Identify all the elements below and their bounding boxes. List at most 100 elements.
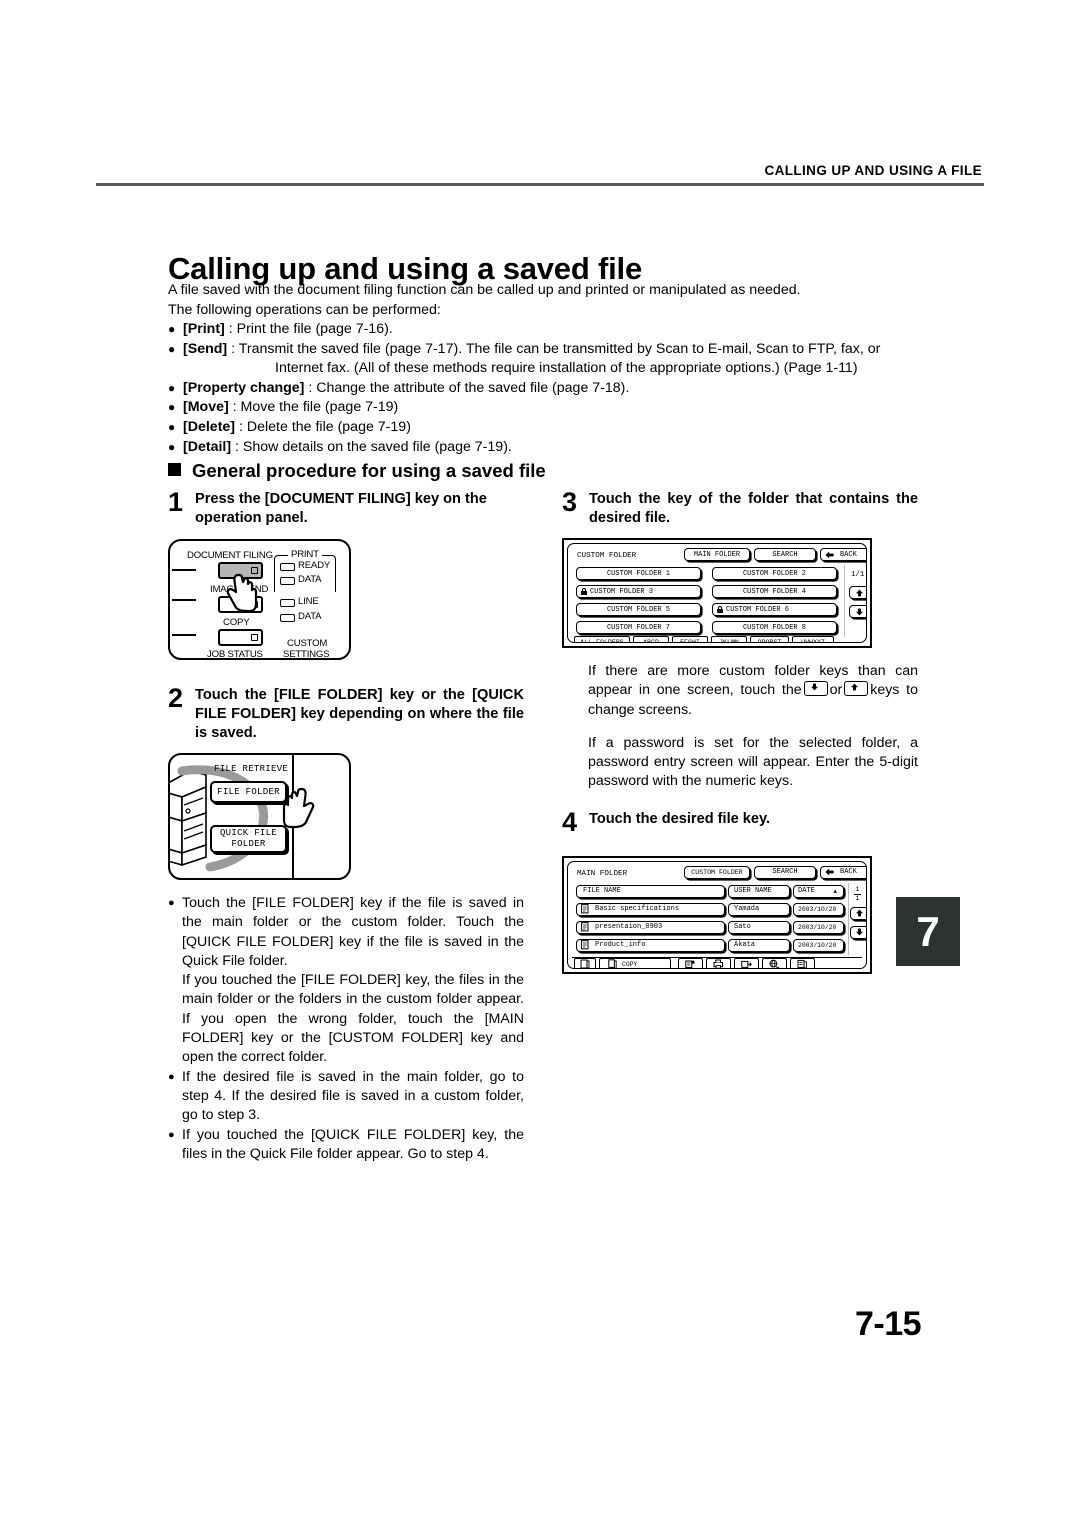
custom-folder-key-4[interactable]: CUSTOM FOLDER 4 (712, 585, 837, 598)
scroll-down-key[interactable] (850, 925, 866, 939)
operation-desc: : Transmit the saved file (page 7-17). T… (227, 340, 881, 357)
custom-folder-key-8[interactable]: CUSTOM FOLDER 8 (712, 621, 837, 634)
toolbar-print-tab[interactable] (706, 957, 731, 968)
operation-desc: : Print the file (page 7-16). (224, 321, 393, 337)
panel-stem (172, 599, 196, 602)
scroll-down-key[interactable] (849, 605, 866, 618)
line-indicator-icon (280, 599, 295, 607)
pointing-hand-icon (282, 787, 315, 829)
figure-operation-panel: DOCUMENT FILING IMAGE SEND COPY JOB STAT… (168, 539, 524, 660)
table-row-user[interactable]: Akata (728, 938, 790, 952)
search-key-label: SEARCH (772, 550, 798, 559)
custom-folder-key-1[interactable]: CUSTOM FOLDER 1 (576, 567, 701, 580)
copy-mode-icon (608, 959, 617, 968)
custom-folder-key-2[interactable]: CUSTOM FOLDER 2 (712, 567, 837, 580)
main-folder-key[interactable]: MAIN FOLDER (684, 548, 750, 561)
operation-key: [Print] (183, 321, 225, 337)
index-tab-uvwxyz[interactable]: UVWXYZ (792, 636, 834, 642)
toolbar-copy-tab[interactable]: COPY (599, 957, 671, 968)
scroll-down-key-inline[interactable] (803, 681, 828, 697)
table-row[interactable]: Basic specifications (576, 902, 725, 916)
page-indicator-current: 1 (855, 885, 860, 893)
custom-folder-key-3[interactable]: CUSTOM FOLDER 3 (576, 585, 701, 598)
table-row-user[interactable]: Yamada (728, 902, 790, 916)
step-number: 4 (562, 806, 578, 837)
search-key[interactable]: SEARCH (754, 865, 816, 879)
toolbar-copy-label: COPY (622, 960, 638, 968)
intro-block: A file saved with the document filing fu… (168, 281, 988, 457)
quick-file-folder-key[interactable]: QUICK FILE FOLDER (210, 825, 287, 853)
index-tab-label: ALL FOLDERS (580, 638, 624, 643)
list-item: ● [Delete] : Delete the file (page 7-19) (168, 418, 988, 438)
index-tab-opqrst[interactable]: OPQRST (750, 636, 789, 642)
back-key[interactable]: BACK (820, 548, 866, 561)
custom-folder-key-label: CUSTOM FOLDER 2 (742, 569, 806, 578)
table-row[interactable]: presentaion_0903 (576, 920, 725, 934)
toolbar-filing-tab[interactable] (574, 957, 596, 968)
operation-key: [Delete] (183, 418, 236, 435)
scroll-up-key[interactable] (849, 586, 866, 599)
scroll-up-key[interactable] (850, 906, 866, 920)
column-header-user-name[interactable]: USER NAME (728, 884, 790, 898)
custom-folder-key-5[interactable]: CUSTOM FOLDER 5 (576, 603, 701, 616)
lock-icon (581, 588, 587, 595)
note-text: If the desired file is saved in the main… (182, 1068, 524, 1124)
custom-folder-key-label: CUSTOM FOLDER 1 (606, 569, 670, 578)
table-row-date[interactable]: 2003/10/20 (793, 902, 844, 916)
arrow-down-icon (810, 684, 818, 691)
index-tab-efghi[interactable]: EFGHI (672, 636, 708, 642)
quick-file-folder-key-label-2: FOLDER (231, 839, 266, 849)
scroll-up-key-inline[interactable] (844, 681, 869, 697)
custom-folder-key-label: CUSTOM FOLDER 8 (742, 623, 806, 632)
list-item: ● If you touched the [QUICK FILE FOLDER] … (168, 1126, 524, 1165)
search-key[interactable]: SEARCH (754, 548, 816, 561)
job-status-label: JOB STATUS (207, 649, 263, 660)
rail-divider (848, 882, 849, 955)
square-bullet-icon (168, 463, 181, 476)
toolbar-scan-tab[interactable] (678, 957, 703, 968)
step-2-notes: ● Touch the [FILE FOLDER] key if the file… (168, 894, 524, 1164)
index-tab-abcd[interactable]: ABCD (633, 636, 669, 642)
arrow-down-icon (856, 928, 863, 936)
custom-folder-key-6[interactable]: CUSTOM FOLDER 6 (712, 603, 837, 616)
custom-settings-label-line2: SETTINGS (283, 649, 330, 660)
bullet-dot-icon: ● (168, 897, 175, 909)
key-led-icon (251, 634, 258, 641)
main-folder-screen: MAIN FOLDER CUSTOM FOLDER SEARCH BACK FI… (567, 860, 867, 969)
custom-folder-key-label: CUSTOM FOLDER 5 (606, 605, 670, 614)
data2-indicator-icon (280, 614, 295, 622)
copy-key[interactable] (218, 629, 263, 646)
file-folder-key[interactable]: FILE FOLDER (210, 781, 287, 803)
user-name-cell: Yamada (734, 905, 760, 914)
bullet-dot-icon: ● (168, 1070, 175, 1083)
line-label: LINE (298, 596, 319, 607)
back-key[interactable]: BACK (820, 865, 866, 879)
back-key-label: BACK (840, 550, 857, 559)
table-row-user[interactable]: Sato (728, 920, 790, 934)
index-tab-all-folders[interactable]: ALL FOLDERS (574, 636, 630, 643)
column-header-file-name[interactable]: FILE NAME (576, 884, 725, 898)
step-instruction: Touch the key of the folder that contain… (589, 491, 918, 526)
custom-folder-key-7[interactable]: CUSTOM FOLDER 7 (576, 621, 701, 634)
column-header-label: USER NAME (734, 887, 772, 896)
document-filing-label: DOCUMENT FILING (187, 550, 273, 561)
file-document-icon (581, 904, 589, 914)
note-text: Touch the [FILE FOLDER] key if the file … (182, 895, 524, 969)
list-item: ● [Send] : Transmit the saved file (page … (168, 340, 988, 379)
globe-send-icon (769, 959, 780, 968)
toolbar-internet-fax-tab[interactable] (762, 957, 787, 968)
bullet-dot-icon: ● (168, 380, 176, 395)
table-row-date[interactable]: 2003/10/20 (793, 938, 844, 952)
date-cell: 2003/10/20 (798, 923, 837, 931)
toolbar-fax-tab[interactable] (734, 957, 759, 968)
custom-folder-key[interactable]: CUSTOM FOLDER (684, 865, 750, 879)
toolbar-job-tab[interactable] (790, 957, 815, 968)
column-header-date[interactable]: DATE ▲ (793, 884, 844, 898)
index-tab-jklmn[interactable]: JKLMN (711, 636, 747, 642)
table-row-date[interactable]: 2003/10/20 (793, 920, 844, 934)
rail-divider (844, 565, 845, 637)
table-row[interactable]: Product_info (576, 938, 725, 952)
bullet-dot-icon: ● (168, 1128, 175, 1141)
operation-key: [Detail] (183, 438, 232, 455)
list-item: ● [Property change] : Change the attribut… (168, 379, 988, 399)
